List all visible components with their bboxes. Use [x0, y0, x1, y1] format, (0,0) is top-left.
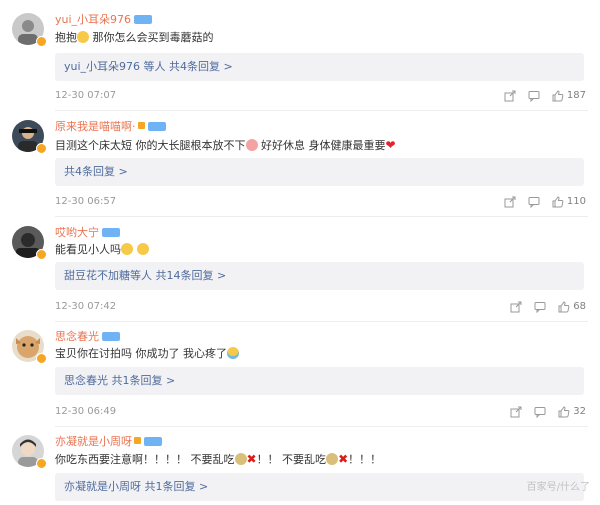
like-icon[interactable] — [552, 196, 564, 208]
comment-icon[interactable] — [534, 301, 546, 313]
mushroom-emoji-icon — [234, 453, 247, 465]
comment-icon[interactable] — [528, 90, 540, 102]
verified-badge-icon — [36, 353, 47, 364]
comment-time: 12-30 07:42 — [55, 301, 117, 312]
reply-summary-link[interactable]: yui_小耳朵976 等人 共4条回复 > — [55, 53, 584, 81]
comment-time: 12-30 06:49 — [55, 406, 117, 417]
share-icon[interactable] — [510, 301, 522, 313]
divider — [55, 321, 588, 322]
mushroom-emoji-icon — [326, 453, 339, 465]
level-badge-icon — [134, 14, 153, 24]
comment-username[interactable]: 原来我是喵喵啊· — [55, 120, 166, 134]
comment-text: 目测这个床太短 你的大长腿根本放不下 好好休息 身体健康最重要❤ — [55, 138, 396, 152]
reply-summary-link[interactable]: 共4条回复 > — [55, 158, 584, 186]
hug-emoji-icon — [77, 31, 89, 43]
reply-summary-link[interactable]: 思念春光 共1条回复 > — [55, 367, 584, 395]
level-badge-icon — [102, 227, 120, 237]
comment-text: 宝贝你在讨拍吗 你成功了 我心疼了 — [55, 347, 239, 361]
cross-mark-icon: ✖ — [338, 452, 349, 466]
like-icon[interactable] — [558, 406, 570, 418]
verified-badge-icon — [36, 143, 47, 154]
like-count: 110 — [566, 196, 586, 207]
watermark: 百家号/什么了 — [526, 482, 590, 493]
level-badge-icon — [144, 436, 162, 446]
comment-username[interactable]: 亦凝就是小周呀 — [55, 435, 162, 449]
comment-username[interactable]: 哎哟大宁 — [55, 226, 120, 240]
comment-icon[interactable] — [528, 196, 540, 208]
share-icon[interactable] — [504, 196, 516, 208]
share-icon[interactable] — [510, 406, 522, 418]
divider — [55, 426, 588, 427]
cross-mark-icon: ✖ — [246, 452, 257, 466]
verified-badge-icon — [36, 249, 47, 260]
comment-username[interactable]: yui_小耳朵976 — [55, 13, 153, 27]
verified-badge-icon — [36, 36, 47, 47]
pig-emoji-icon — [245, 139, 258, 151]
like-icon[interactable] — [552, 90, 564, 102]
comment-text: 能看见小人吗 — [55, 243, 149, 257]
comment-actions: 187 — [492, 90, 586, 102]
comment-actions: 32 — [498, 406, 586, 418]
comment-text: 你吃东西要注意啊！！！！ 不要乱吃 ✖！！ 不要乱吃 ✖！！！ — [55, 452, 382, 466]
comment-time: 12-30 07:07 — [55, 90, 117, 101]
comment-actions: 68 — [498, 301, 586, 313]
reply-summary-link[interactable]: 亦凝就是小周呀 共1条回复 > — [55, 473, 584, 501]
comment-text: 抱抱 那你怎么会买到毒蘑菇的 — [55, 31, 214, 44]
heart-icon: ❤ — [385, 138, 396, 152]
crown-icon — [134, 436, 141, 444]
comment-icon[interactable] — [534, 406, 546, 418]
comment-actions: 110 — [492, 196, 586, 208]
like-icon[interactable] — [558, 301, 570, 313]
share-icon[interactable] — [504, 90, 516, 102]
comment-username[interactable]: 思念春光 — [55, 330, 120, 344]
level-badge-icon — [147, 121, 166, 131]
crying-emoji-icon — [227, 347, 239, 359]
level-badge-icon — [102, 331, 120, 341]
divider — [55, 216, 588, 217]
like-count: 32 — [573, 406, 586, 417]
reply-summary-link[interactable]: 甜豆花不加糖等人 共14条回复 > — [55, 262, 584, 290]
comment-time: 12-30 06:57 — [55, 196, 117, 207]
divider — [55, 110, 588, 111]
like-count: 68 — [573, 301, 586, 312]
verified-badge-icon — [36, 458, 47, 469]
grin-emoji-icon — [121, 243, 133, 255]
grin-emoji-icon — [136, 243, 149, 255]
crown-icon — [137, 121, 145, 129]
like-count: 187 — [566, 90, 586, 101]
